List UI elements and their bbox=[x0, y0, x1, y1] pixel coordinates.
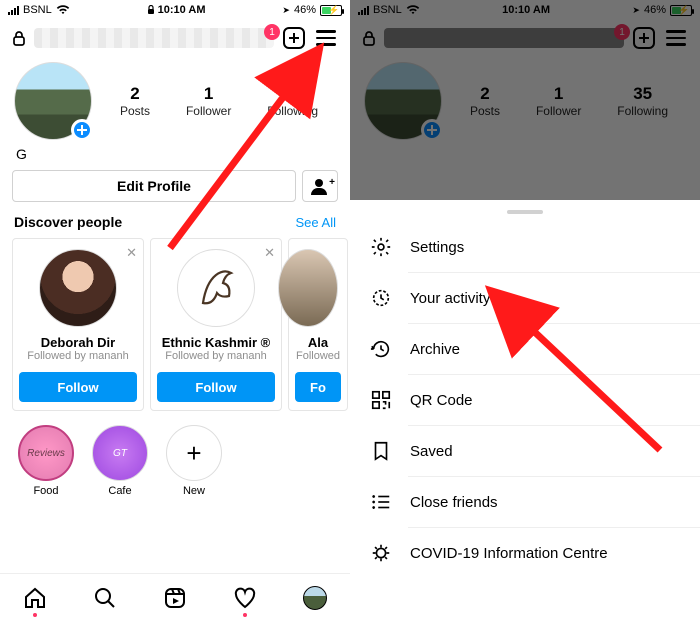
highlights-row: ReviewsFood GTCafe +New bbox=[0, 411, 350, 503]
battery-pct: 46% bbox=[294, 4, 316, 16]
nav-reels-icon[interactable] bbox=[162, 585, 188, 611]
menu-hamburger-button[interactable] bbox=[314, 26, 338, 50]
suggestion-avatar[interactable] bbox=[39, 249, 117, 327]
highlight-new[interactable]: +New bbox=[166, 425, 222, 497]
username-dropdown[interactable]: 1 bbox=[34, 28, 274, 48]
battery-icon: ⚡ bbox=[320, 5, 342, 16]
menu-your-activity[interactable]: Your activity bbox=[350, 273, 700, 323]
menu-close-friends[interactable]: Close friends bbox=[350, 477, 700, 527]
qr-icon bbox=[370, 389, 392, 411]
notification-badge: 1 bbox=[264, 24, 280, 40]
phone-right-menu: BSNL 10:10 AM ➤ 46% ⚡ 1 2Posts 1Follower… bbox=[350, 0, 700, 621]
bookmark-icon bbox=[370, 440, 392, 462]
nav-home-icon[interactable] bbox=[22, 585, 48, 611]
signal-icon bbox=[8, 6, 19, 15]
highlight-circle: Reviews bbox=[18, 425, 74, 481]
profile-info-row: 2Posts 1Follower 35Following bbox=[0, 58, 350, 140]
suggestion-name: Deborah Dir bbox=[41, 335, 115, 350]
activity-icon bbox=[370, 287, 392, 309]
new-post-button[interactable] bbox=[282, 26, 306, 50]
stats-row: 2Posts 1Follower 35Following bbox=[102, 84, 336, 118]
discover-people-button[interactable]: + bbox=[302, 170, 338, 202]
suggestion-name: Ala bbox=[308, 335, 328, 350]
phone-left-profile: BSNL 10:10 AM ➤ 46% ⚡ 1 2Posts 1Follower… bbox=[0, 0, 350, 621]
discover-title: Discover people bbox=[14, 214, 122, 230]
suggestion-sub: Followed bbox=[296, 350, 340, 362]
wifi-icon bbox=[56, 5, 70, 15]
edit-profile-button[interactable]: Edit Profile bbox=[12, 170, 296, 202]
follow-button[interactable]: Fo bbox=[295, 372, 341, 402]
highlight-food[interactable]: ReviewsFood bbox=[18, 425, 74, 497]
stat-posts[interactable]: 2Posts bbox=[120, 84, 150, 118]
close-icon[interactable]: ✕ bbox=[126, 245, 137, 261]
profile-header: 1 bbox=[0, 18, 350, 58]
highlight-circle: + bbox=[166, 425, 222, 481]
suggestion-avatar[interactable] bbox=[278, 249, 338, 327]
menu-label: Close friends bbox=[410, 494, 498, 511]
suggestion-card: ✕ Deborah Dir Followed by mananh Follow bbox=[12, 238, 144, 411]
add-story-badge[interactable] bbox=[71, 119, 93, 141]
display-name: G bbox=[0, 140, 350, 170]
menu-label: COVID-19 Information Centre bbox=[410, 545, 608, 562]
modal-overlay[interactable] bbox=[350, 0, 700, 200]
menu-label: Settings bbox=[410, 239, 464, 256]
follow-button[interactable]: Follow bbox=[157, 372, 275, 402]
stat-followers[interactable]: 1Follower bbox=[186, 84, 231, 118]
menu-label: Archive bbox=[410, 341, 460, 358]
suggestion-card: ✕ Ethnic Kashmir ® Followed by mananh Fo… bbox=[150, 238, 282, 411]
covid-icon bbox=[370, 542, 392, 564]
archive-icon bbox=[370, 338, 392, 360]
close-icon[interactable]: ✕ bbox=[264, 245, 275, 261]
suggestion-avatar[interactable] bbox=[177, 249, 255, 327]
status-time: 10:10 AM bbox=[147, 4, 206, 16]
highlight-cafe[interactable]: GTCafe bbox=[92, 425, 148, 497]
menu-sheet: Settings Your activity Archive QR Code S… bbox=[350, 200, 700, 621]
menu-saved[interactable]: Saved bbox=[350, 426, 700, 476]
menu-archive[interactable]: Archive bbox=[350, 324, 700, 374]
suggestion-sub: Followed by mananh bbox=[27, 350, 129, 362]
sheet-grabber[interactable] bbox=[507, 210, 543, 214]
suggestion-card: Ala Followed Fo bbox=[288, 238, 348, 411]
suggestion-name: Ethnic Kashmir ® bbox=[162, 335, 271, 350]
see-all-link[interactable]: See All bbox=[296, 215, 336, 230]
suggestion-sub: Followed by mananh bbox=[165, 350, 267, 362]
discover-cards: ✕ Deborah Dir Followed by mananh Follow … bbox=[0, 238, 350, 411]
menu-label: QR Code bbox=[410, 392, 473, 409]
nav-search-icon[interactable] bbox=[92, 585, 118, 611]
menu-qr-code[interactable]: QR Code bbox=[350, 375, 700, 425]
menu-label: Your activity bbox=[410, 290, 490, 307]
menu-settings[interactable]: Settings bbox=[350, 222, 700, 272]
list-icon bbox=[370, 491, 392, 513]
menu-covid-info[interactable]: COVID-19 Information Centre bbox=[350, 528, 700, 578]
follow-button[interactable]: Follow bbox=[19, 372, 137, 402]
gear-icon bbox=[370, 236, 392, 258]
privacy-lock-icon bbox=[12, 30, 26, 46]
highlight-circle: GT bbox=[92, 425, 148, 481]
location-icon: ➤ bbox=[282, 5, 290, 16]
lock-icon bbox=[147, 5, 155, 15]
menu-label: Saved bbox=[410, 443, 453, 460]
status-bar: BSNL 10:10 AM ➤ 46% ⚡ bbox=[0, 0, 350, 18]
carrier-label: BSNL bbox=[23, 4, 52, 16]
bottom-nav bbox=[0, 573, 350, 621]
stat-following[interactable]: 35Following bbox=[267, 84, 318, 118]
nav-activity-icon[interactable] bbox=[232, 585, 258, 611]
nav-profile-icon[interactable] bbox=[302, 585, 328, 611]
profile-avatar[interactable] bbox=[14, 62, 92, 140]
